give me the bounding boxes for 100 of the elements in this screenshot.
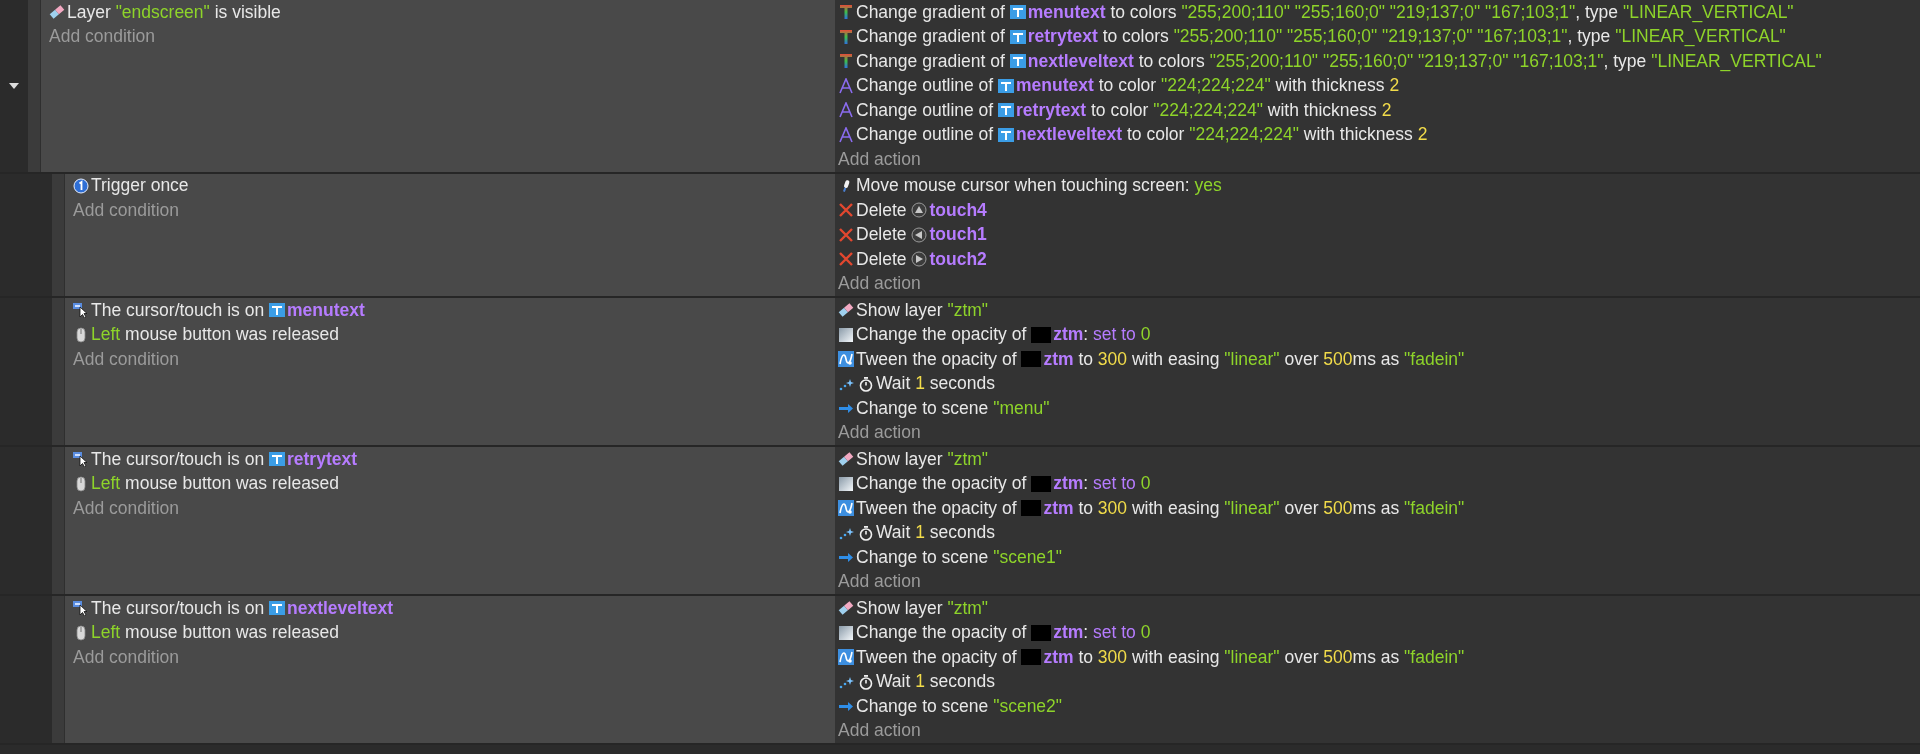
instruction-text: to colors (1109, 1, 1178, 23)
string-value: "scene1" (993, 546, 1063, 568)
instruction-text: Tween the opacity of (856, 348, 1018, 370)
event-handle[interactable] (52, 596, 65, 743)
sprite-thumbnail-icon (1021, 649, 1042, 666)
parameter-text: set to (1093, 324, 1137, 346)
event-handle[interactable] (52, 298, 65, 445)
instruction-text: Change gradient of (856, 26, 1006, 48)
instruction-text: seconds (928, 671, 995, 693)
instruction-text: Wait (876, 671, 912, 693)
stopwatch-icon (858, 524, 874, 541)
instruction-text: to (1077, 348, 1094, 370)
instruction-text: to color (1125, 124, 1186, 146)
add-action-link[interactable]: Add action (838, 720, 921, 742)
string-value: "linear" (1224, 497, 1280, 519)
string-value: "255;200;110" "255;160;0" "219;137;0" "167;103;1" (1181, 1, 1576, 23)
instruction-text: Change the opacity of (856, 324, 1028, 346)
add-condition-link[interactable]: Add condition (73, 199, 180, 221)
string-value: "menu" (993, 397, 1050, 419)
number-value: 300 (1097, 646, 1128, 668)
instruction-text: seconds (928, 522, 995, 544)
add-condition-link[interactable]: Add condition (73, 348, 180, 370)
object-name: retrytext (1016, 99, 1087, 121)
object-name: ztm (1053, 622, 1084, 644)
delete-icon (838, 202, 854, 219)
text-object-icon (1009, 28, 1026, 45)
delete-icon (838, 251, 854, 268)
instruction-text: with easing (1130, 646, 1221, 668)
event-handle[interactable] (52, 447, 65, 594)
add-action-link[interactable]: Add action (838, 273, 921, 295)
string-value: yes (1194, 175, 1222, 197)
object-name: touch1 (929, 224, 987, 246)
eraser-icon (838, 600, 854, 617)
instruction-text: Change the opacity of (856, 622, 1028, 644)
instruction-text: to color (1089, 99, 1150, 121)
gradient-text-icon (838, 53, 854, 70)
text-object-icon (1009, 4, 1026, 21)
number-value: 500 (1323, 348, 1353, 370)
instruction-text: over (1283, 646, 1320, 668)
number-value: 1 (915, 373, 925, 395)
instruction-text: ms as (1352, 497, 1401, 519)
add-condition-link[interactable]: Add condition (49, 26, 156, 48)
instruction-text: ms as (1352, 646, 1401, 668)
sprite-thumbnail-icon (1031, 326, 1052, 343)
add-action-link[interactable]: Add action (838, 571, 921, 593)
object-name: retrytext (287, 448, 358, 470)
string-value: "LINEAR_VERTICAL" (1622, 1, 1794, 23)
instruction-text: Show layer (856, 299, 944, 321)
string-value: Left (91, 324, 121, 346)
string-value: Left (91, 473, 121, 495)
number-value: 500 (1323, 646, 1353, 668)
instruction-text: Change to scene (856, 695, 990, 717)
object-name: ztm (1043, 497, 1074, 519)
instruction-text: : (1083, 473, 1090, 495)
left-arrow-button-icon (911, 226, 928, 243)
number-value: 500 (1323, 497, 1353, 519)
instruction-text: Change the opacity of (856, 473, 1028, 495)
object-name: retrytext (1027, 26, 1098, 48)
instruction-text: , type (1567, 26, 1612, 48)
instruction-text: Show layer (856, 448, 944, 470)
instruction-text: Change outline of (856, 75, 995, 97)
add-action-link[interactable]: Add action (838, 148, 921, 170)
string-value: "fadein" (1404, 348, 1465, 370)
text-object-icon (998, 77, 1015, 94)
gradient-square-icon (838, 326, 854, 343)
instruction-text: : (1083, 324, 1090, 346)
cursor-icon (73, 600, 89, 617)
event-handle[interactable] (52, 173, 65, 296)
instruction-text: to colors (1137, 50, 1206, 72)
sprite-thumbnail-icon (1031, 624, 1052, 641)
instruction-text: Change to scene (856, 546, 990, 568)
string-value: 0 (1140, 473, 1151, 495)
sprite-thumbnail-icon (1021, 351, 1042, 368)
curve-icon (838, 351, 854, 368)
eraser-icon (838, 302, 854, 319)
string-value: "255;200;110" "255;160;0" "219;137;0" "167;103;1" (1173, 26, 1568, 48)
instruction-text: The cursor/touch is on (91, 597, 266, 619)
string-value: "224;224;224" (1189, 124, 1299, 146)
collapse-arrow-icon[interactable] (8, 81, 20, 90)
object-name: touch4 (929, 199, 987, 221)
add-action-link[interactable]: Add action (838, 422, 921, 444)
instruction-text: The cursor/touch is on (91, 448, 266, 470)
instruction-text: : (1083, 622, 1090, 644)
instruction-text: Wait (876, 373, 912, 395)
string-value: 0 (1140, 324, 1151, 346)
string-value: "LINEAR_VERTICAL" (1615, 26, 1786, 48)
add-condition-link[interactable]: Add condition (73, 497, 180, 519)
mouse-icon (73, 326, 89, 343)
number-value: 2 (1389, 75, 1400, 97)
event-handle[interactable] (28, 0, 41, 172)
string-value: "endscreen" (115, 1, 210, 23)
number-value: 300 (1097, 348, 1128, 370)
string-value: "fadein" (1404, 646, 1465, 668)
add-condition-link[interactable]: Add condition (73, 646, 180, 668)
instruction-text: Change to scene (856, 397, 990, 419)
instruction-text: with easing (1130, 497, 1221, 519)
parameter-text: set to (1093, 622, 1137, 644)
instruction-text: is visible (213, 1, 281, 23)
object-name: nextleveltext (287, 597, 394, 619)
parameter-text: set to (1093, 473, 1137, 495)
